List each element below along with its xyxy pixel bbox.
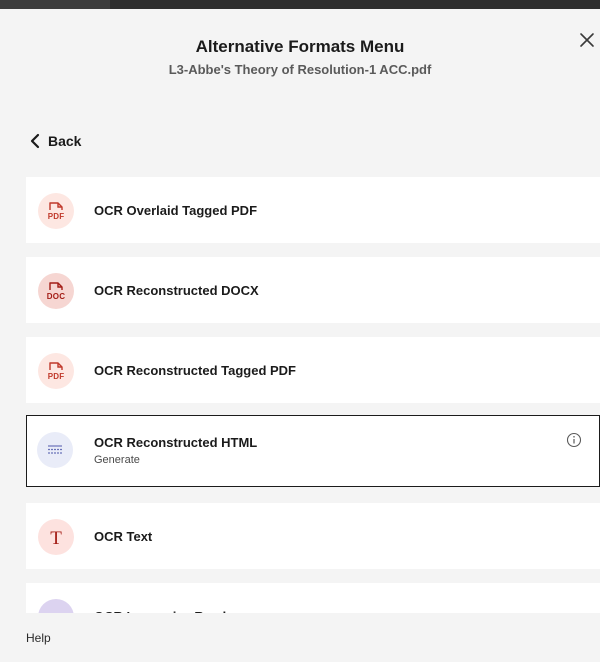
format-item-ocr-reconstructed-tagged-pdf[interactable]: PDF OCR Reconstructed Tagged PDF: [26, 337, 600, 403]
format-item-label: OCR Reconstructed Tagged PDF: [94, 363, 297, 378]
format-item-label: OCR Reconstructed HTML: [94, 435, 258, 450]
svg-text:DOC: DOC: [47, 292, 65, 301]
close-icon: [580, 33, 594, 47]
back-label: Back: [48, 133, 82, 149]
back-button[interactable]: Back: [30, 130, 81, 152]
html-lines-icon: [37, 432, 73, 468]
text-t-icon: T: [38, 519, 74, 555]
chevron-left-icon: [30, 133, 40, 149]
modal-title: Alternative Formats Menu: [195, 37, 405, 56]
info-icon: [566, 432, 582, 448]
modal-header: Alternative Formats Menu L3-Abbe's Theor…: [0, 9, 600, 89]
generate-status: Generate: [94, 454, 140, 466]
format-item-label: OCR Reconstructed DOCX: [94, 283, 259, 298]
modal-footer: [0, 613, 600, 662]
close-button[interactable]: [576, 29, 598, 51]
help-link[interactable]: Help: [26, 631, 51, 645]
doc-file-icon: DOC: [38, 273, 74, 309]
alternative-formats-modal: Alternative Formats Menu L3-Abbe's Theor…: [0, 9, 600, 662]
format-item-ocr-text[interactable]: T OCR Text: [26, 503, 600, 569]
format-item-label: OCR Overlaid Tagged PDF: [94, 203, 258, 218]
pdf-file-icon: PDF: [38, 353, 74, 389]
format-item-label: OCR Text: [94, 529, 153, 544]
svg-text:T: T: [50, 528, 62, 548]
svg-text:PDF: PDF: [48, 372, 65, 381]
format-item-ocr-reconstructed-html[interactable]: OCR Reconstructed HTML Generate: [26, 415, 600, 487]
format-item-ocr-overlaid-tagged-pdf[interactable]: PDF OCR Overlaid Tagged PDF: [26, 177, 600, 243]
window-top-strip: [0, 0, 600, 9]
file-name: L3-Abbe's Theory of Resolution-1 ACC.pdf: [168, 62, 432, 77]
svg-text:PDF: PDF: [48, 212, 65, 221]
format-item-ocr-reconstructed-docx[interactable]: DOC OCR Reconstructed DOCX: [26, 257, 600, 323]
pdf-file-icon: PDF: [38, 193, 74, 229]
format-list: PDF OCR Overlaid Tagged PDF DOC OCR Reco…: [26, 177, 600, 622]
info-button[interactable]: [566, 432, 582, 448]
